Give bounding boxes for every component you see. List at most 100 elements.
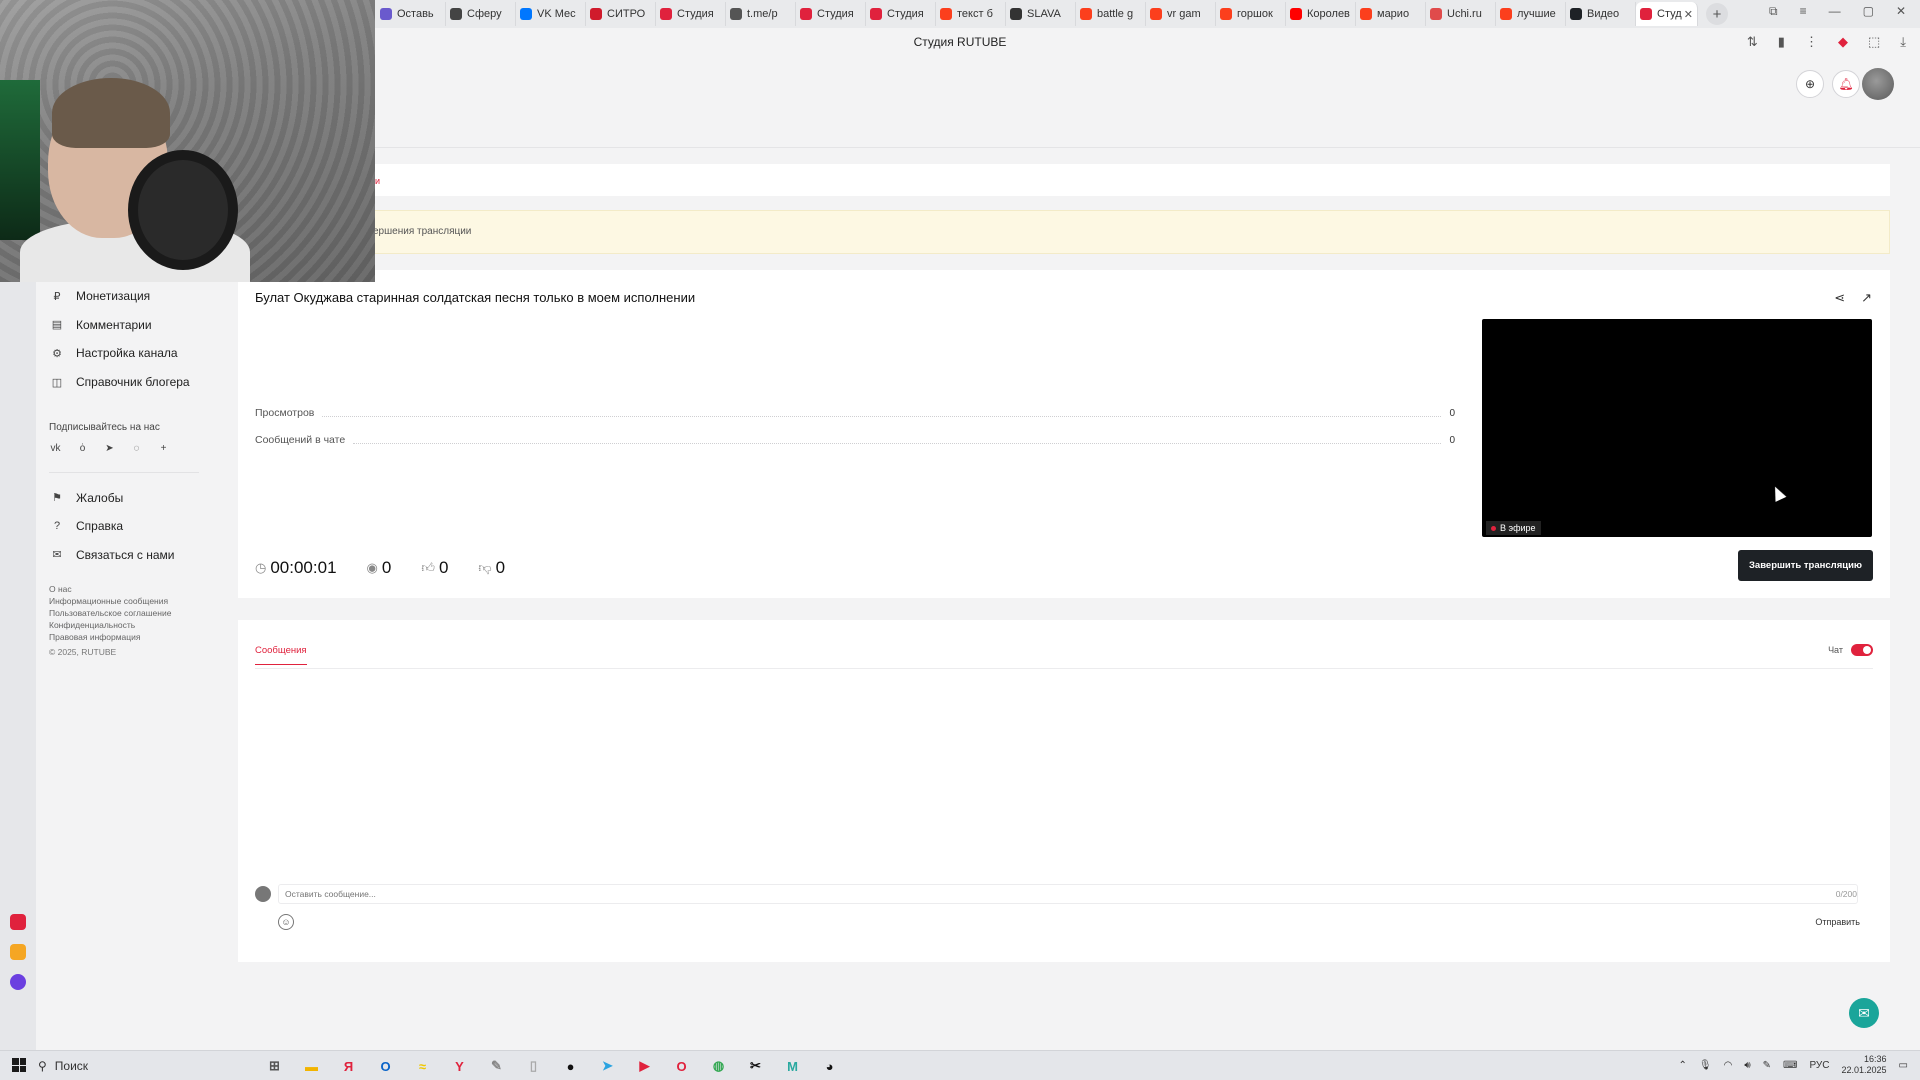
maximize-icon[interactable]: ▢ [1863,4,1874,19]
obs-icon[interactable]: ● [558,1055,583,1077]
browser-tab[interactable]: Студия [656,2,726,26]
sync-icon[interactable]: ⇅ [1747,34,1758,50]
browser-tab[interactable]: Видео [1566,2,1636,26]
upload-icon[interactable]: ⊕ [1796,70,1824,98]
chevron-up-icon[interactable]: ⌃ [1679,1060,1687,1071]
ok-icon[interactable]: ȯ [76,443,89,454]
browser-tab[interactable]: текст б [936,2,1006,26]
app-icon[interactable]: ◕ [817,1055,842,1077]
rocket-icon[interactable]: ◆ [1838,34,1848,50]
browser-tab[interactable]: Сферу [446,2,516,26]
browser-tab[interactable]: Студия [866,2,936,26]
app-icon[interactable]: ✎ [484,1055,509,1077]
capcut-icon[interactable]: ✂ [743,1055,768,1077]
app-icon[interactable]: M [780,1055,805,1077]
vk-icon[interactable]: vk [49,443,62,454]
sidebar-item[interactable]: ? Справка [36,512,236,541]
sidebar-item[interactable]: ✉ Связаться с нами [36,541,236,570]
favicon-icon [450,8,462,20]
close-window-icon[interactable]: ✕ [1896,4,1906,19]
browser-tab[interactable]: t.me/p [726,2,796,26]
sidebar-item[interactable]: ⚑ Жалобы [36,483,236,512]
tab-label: Оставь [397,8,434,20]
browser-tab[interactable]: СИТРО [586,2,656,26]
yandex-icon[interactable]: Я [336,1055,361,1077]
message-input[interactable] [278,884,1858,904]
keyboard-icon[interactable]: ⌨ [1783,1060,1797,1071]
tab-label: марио [1377,8,1410,20]
video-app-icon[interactable] [10,914,26,930]
notifications-icon[interactable]: ▭ [1899,1060,1908,1071]
task-view-icon[interactable]: ⊞ [262,1055,287,1077]
language-indicator[interactable]: РУС [1809,1060,1829,1071]
minimize-icon[interactable]: — [1829,4,1841,19]
bookmark-icon[interactable]: ▮ [1778,34,1785,50]
viber-icon[interactable]: ◌ [130,443,143,454]
browser-tab[interactable]: Uchi.ru [1426,2,1496,26]
share-icon[interactable]: ⋖ [1834,290,1845,306]
tab-messages[interactable]: Сообщения [255,645,307,665]
pen-icon[interactable]: ✎ [1763,1060,1771,1071]
start-icon[interactable] [12,1058,26,1072]
settings-icon: ⚙ [52,347,62,360]
browser-tab[interactable]: Королев [1286,2,1356,26]
sidebar-item[interactable]: ₽ Монетизация [36,282,236,311]
browser-tab[interactable]: лучшие [1496,2,1566,26]
browser-tab[interactable]: VK Мес [516,2,586,26]
outlook-icon[interactable]: O [373,1055,398,1077]
alice-app-icon[interactable] [10,974,26,990]
avatar[interactable] [1862,68,1894,100]
favicon-icon [590,8,602,20]
browser-tab[interactable]: Оставь [376,2,446,26]
file-explorer-icon[interactable]: ▬ [299,1055,324,1077]
browser-tab-active[interactable]: Студ ✕ [1636,2,1698,26]
tab-search-icon[interactable]: ⧉ [1769,4,1778,19]
network-icon[interactable]: ◠ [1724,1060,1733,1071]
microphone-icon[interactable]: 🎙︎ [1699,1060,1712,1071]
stream-preview[interactable]: В эфире [1482,319,1872,537]
volume-icon[interactable]: 🔊︎ [1744,1060,1750,1071]
browser-tab[interactable]: SLAVA [1006,2,1076,26]
sidebar-item[interactable]: ◫ Справочник блогера [36,368,236,397]
close-tab-icon[interactable]: ✕ [1684,8,1693,21]
footer-link[interactable]: Информационные сообщения [49,595,236,607]
emoji-icon[interactable]: ☺ [278,914,294,930]
download-icon[interactable]: ⤓ [1900,34,1906,50]
browser-tab[interactable]: Студия [796,2,866,26]
live-dot-icon [1491,525,1496,531]
footer-link[interactable]: О нас [49,583,236,595]
extensions-icon[interactable]: ⬚ [1868,34,1880,50]
app-icon[interactable]: ≈ [410,1055,435,1077]
clock[interactable]: 16:36 22.01.2025 [1842,1054,1887,1076]
browser-tab[interactable]: vr gam [1146,2,1216,26]
browser-tab[interactable]: battle g [1076,2,1146,26]
chrome-icon[interactable]: ◍ [706,1055,731,1077]
support-chat-icon[interactable]: ✉ [1849,998,1879,1028]
dislikes: 👎︎ 0 [478,558,505,578]
chat-toggle[interactable] [1851,644,1873,656]
more-socials-icon[interactable]: + [157,443,170,454]
footer-link[interactable]: Конфиденциальность [49,619,236,631]
favicon-icon [380,8,392,20]
browser-tab[interactable]: горшок [1216,2,1286,26]
telegram-icon[interactable]: ➤ [103,443,116,454]
mail-app-icon[interactable] [10,944,26,960]
menu-icon[interactable]: ≡ [1800,4,1807,19]
end-stream-button[interactable]: Завершить трансляцию [1738,550,1873,581]
send-button[interactable]: Отправить [1815,917,1860,927]
sidebar-item[interactable]: ⚙ Настройка канала [36,339,236,368]
sidebar-item[interactable]: ▤ Комментарии [36,311,236,340]
yandex-browser-icon[interactable]: Y [447,1055,472,1077]
video-icon[interactable]: ▶ [632,1055,657,1077]
footer-link[interactable]: Пользовательское соглашение [49,607,236,619]
telegram-icon[interactable]: ➤ [595,1055,620,1077]
document-icon[interactable]: ▯ [521,1055,546,1077]
new-tab-button[interactable]: + [1706,3,1728,25]
more-icon[interactable]: ⋮ [1805,34,1818,50]
opera-icon[interactable]: O [669,1055,694,1077]
footer-link[interactable]: Правовая информация [49,631,236,643]
browser-tab[interactable]: марио [1356,2,1426,26]
notifications-icon[interactable]: 🔔︎ [1832,70,1860,98]
taskbar-search[interactable]: ⚲ Поиск [38,1054,248,1078]
open-external-icon[interactable]: ↗ [1861,290,1872,306]
